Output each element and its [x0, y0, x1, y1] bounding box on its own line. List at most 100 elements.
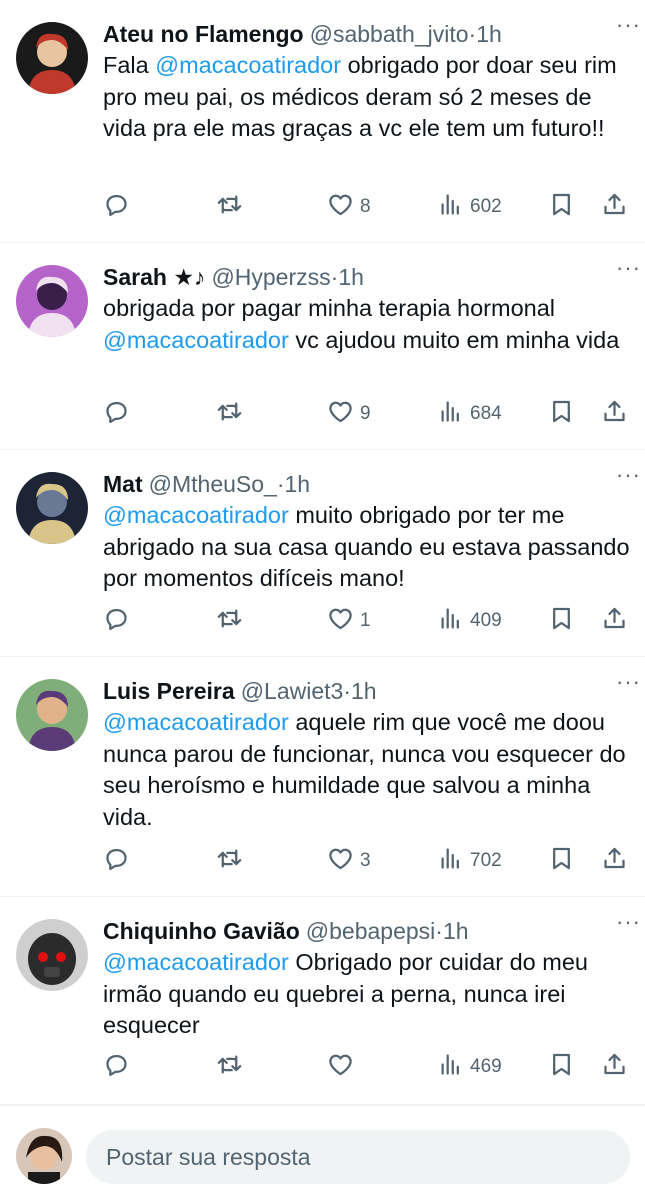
author-handle[interactable]: @sabbath_jvito — [310, 18, 469, 50]
reply-icon — [103, 191, 130, 224]
reply-tweet[interactable]: Luis Pereira @Lawiet3 · 1h @macacoatirad… — [0, 657, 645, 897]
bookmark-icon — [548, 605, 575, 638]
reply-tweet[interactable]: Ateu no Flamengo @sabbath_jvito · 1h Fal… — [0, 0, 645, 243]
heart-icon — [327, 605, 354, 638]
mention-link[interactable]: @macacoatirador — [103, 327, 289, 353]
view-count: 409 — [470, 610, 502, 631]
like-button[interactable]: 8 — [327, 191, 371, 224]
like-button[interactable]: 3 — [327, 845, 371, 878]
like-count: 8 — [360, 196, 371, 217]
share-button[interactable] — [601, 191, 628, 224]
like-count: 1 — [360, 610, 371, 631]
tweet-header: Mat @MtheuSo_ · 1h — [103, 468, 631, 500]
author-name[interactable]: Luis Pereira — [103, 675, 235, 707]
reply-button[interactable] — [103, 191, 130, 224]
tweet-text: Fala @macacoatirador obrigado por doar s… — [103, 50, 631, 145]
author-handle[interactable]: @Lawiet3 — [241, 675, 344, 707]
tweet-content: Chiquinho Gavião @bebapepsi · 1h @macaco… — [103, 915, 631, 1042]
like-button[interactable]: 9 — [327, 398, 371, 431]
views-button[interactable]: 602 — [437, 191, 502, 224]
share-icon — [601, 191, 628, 224]
heart-icon — [327, 1051, 354, 1084]
separator-dot: · — [435, 918, 443, 944]
mention-link[interactable]: @macacoatirador — [103, 502, 289, 528]
share-button[interactable] — [601, 845, 628, 878]
like-button[interactable]: 1 — [327, 605, 371, 638]
mention-link[interactable]: @macacoatirador — [103, 709, 289, 735]
retweet-icon — [216, 191, 243, 224]
author-avatar[interactable] — [16, 919, 88, 991]
author-handle[interactable]: @Hyperzss — [211, 261, 330, 293]
bookmark-button[interactable] — [548, 845, 575, 878]
heart-icon — [327, 845, 354, 878]
tweet-header: Luis Pereira @Lawiet3 · 1h — [103, 675, 631, 707]
reply-icon — [103, 605, 130, 638]
tweet-actions: 3 702 — [103, 844, 631, 878]
bookmark-button[interactable] — [548, 398, 575, 431]
share-icon — [601, 605, 628, 638]
reply-button[interactable] — [103, 845, 130, 878]
user-avatar[interactable] — [16, 1128, 72, 1184]
views-button[interactable]: 469 — [437, 1051, 502, 1084]
timestamp[interactable]: 1h — [338, 261, 364, 293]
tweet-content: Luis Pereira @Lawiet3 · 1h @macacoatirad… — [103, 675, 631, 833]
views-icon — [437, 1051, 464, 1084]
author-avatar[interactable] — [16, 265, 88, 337]
retweet-button[interactable] — [216, 845, 243, 878]
retweet-button[interactable] — [216, 398, 243, 431]
timestamp[interactable]: 1h — [285, 468, 311, 500]
views-icon — [437, 845, 464, 878]
author-name[interactable]: Mat — [103, 468, 143, 500]
share-button[interactable] — [601, 605, 628, 638]
mention-link[interactable]: @macacoatirador — [155, 52, 341, 78]
author-avatar[interactable] — [16, 472, 88, 544]
author-name[interactable]: Ateu no Flamengo — [103, 18, 304, 50]
like-button[interactable] — [327, 1051, 360, 1084]
views-button[interactable]: 409 — [437, 605, 502, 638]
author-name[interactable]: Chiquinho Gavião — [103, 915, 300, 947]
reply-button[interactable] — [103, 1051, 130, 1084]
author-avatar[interactable] — [16, 679, 88, 751]
view-count: 469 — [470, 1056, 502, 1077]
retweet-button[interactable] — [216, 605, 243, 638]
more-options-icon[interactable]: ··· — [616, 671, 641, 693]
more-options-icon[interactable]: ··· — [616, 911, 641, 933]
timestamp[interactable]: 1h — [351, 675, 377, 707]
reply-tweet[interactable]: Sarah ★♪ @Hyperzss · 1h obrigada por pag… — [0, 243, 645, 450]
separator-dot: · — [468, 21, 477, 47]
tweet-content: Sarah ★♪ @Hyperzss · 1h obrigada por pag… — [103, 261, 631, 356]
views-button[interactable]: 702 — [437, 845, 502, 878]
more-options-icon[interactable]: ··· — [616, 14, 641, 36]
author-avatar[interactable] — [16, 22, 88, 94]
reply-button[interactable] — [103, 398, 130, 431]
bookmark-button[interactable] — [548, 191, 575, 224]
retweet-icon — [216, 398, 243, 431]
retweet-icon — [216, 1051, 243, 1084]
share-button[interactable] — [601, 398, 628, 431]
share-icon — [601, 1051, 628, 1084]
view-count: 684 — [470, 403, 502, 424]
more-options-icon[interactable]: ··· — [616, 257, 641, 279]
reply-input[interactable]: Postar sua resposta — [86, 1130, 630, 1184]
share-button[interactable] — [601, 1051, 628, 1084]
bookmark-button[interactable] — [548, 605, 575, 638]
author-handle[interactable]: @bebapepsi — [306, 915, 436, 947]
mention-link[interactable]: @macacoatirador — [103, 949, 289, 975]
reply-tweet[interactable]: Chiquinho Gavião @bebapepsi · 1h @macaco… — [0, 897, 645, 1105]
retweet-button[interactable] — [216, 1051, 243, 1084]
tweet-text-segment: Fala — [103, 52, 156, 78]
tweet-actions: 469 — [103, 1050, 631, 1084]
tweet-content: Mat @MtheuSo_ · 1h @macacoatirador muito… — [103, 468, 631, 595]
author-name[interactable]: Sarah ★♪ — [103, 261, 205, 293]
bookmark-button[interactable] — [548, 1051, 575, 1084]
reply-tweet[interactable]: Mat @MtheuSo_ · 1h @macacoatirador muito… — [0, 450, 645, 657]
views-button[interactable]: 684 — [437, 398, 502, 431]
view-count: 702 — [470, 850, 502, 871]
author-handle[interactable]: @MtheuSo_ — [149, 468, 277, 500]
tweet-actions: 1 409 — [103, 604, 631, 638]
timestamp[interactable]: 1h — [443, 915, 469, 947]
retweet-button[interactable] — [216, 191, 243, 224]
more-options-icon[interactable]: ··· — [616, 464, 641, 486]
timestamp[interactable]: 1h — [476, 18, 502, 50]
reply-button[interactable] — [103, 605, 130, 638]
